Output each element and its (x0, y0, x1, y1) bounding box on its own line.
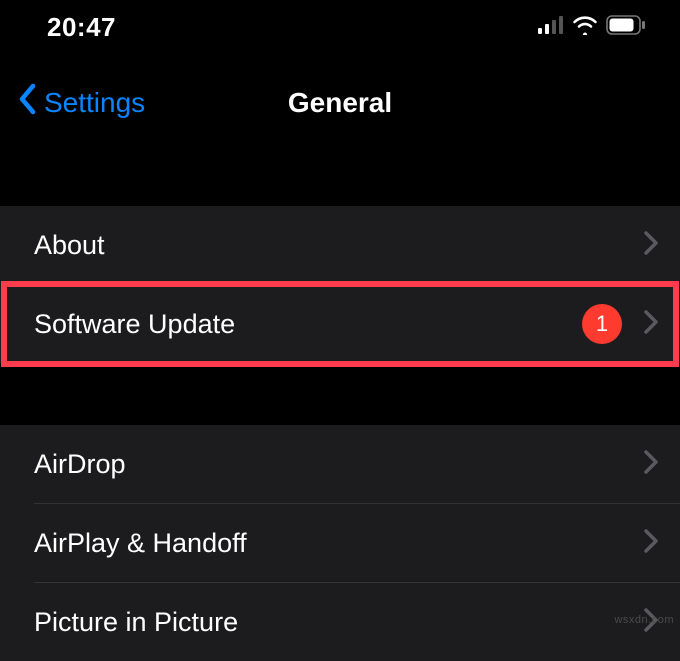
watermark: wsxdn.com (614, 614, 674, 626)
row-accessory (644, 529, 658, 558)
row-label: AirPlay & Handoff (34, 528, 247, 559)
status-bar: 20:47 (0, 0, 680, 54)
row-about[interactable]: About (0, 206, 680, 284)
back-label: Settings (44, 87, 145, 119)
row-label: Software Update (34, 309, 235, 340)
row-label: Picture in Picture (34, 607, 238, 638)
back-button[interactable]: Settings (0, 83, 145, 122)
status-icons (538, 15, 646, 40)
chevron-left-icon (18, 83, 38, 122)
row-software-update[interactable]: Software Update 1 (0, 285, 680, 363)
cellular-signal-icon (538, 16, 564, 39)
section-spacer (0, 152, 680, 206)
chevron-right-icon (644, 529, 658, 558)
wifi-icon (572, 15, 598, 40)
row-picture-in-picture[interactable]: Picture in Picture (0, 583, 680, 661)
chevron-right-icon (644, 450, 658, 479)
row-accessory (644, 231, 658, 260)
chevron-right-icon (644, 310, 658, 339)
row-airplay-handoff[interactable]: AirPlay & Handoff (0, 504, 680, 582)
settings-group-1: About Software Update 1 (0, 206, 680, 363)
notification-badge: 1 (582, 304, 622, 344)
battery-icon (606, 15, 646, 40)
chevron-right-icon (644, 231, 658, 260)
status-time: 20:47 (47, 12, 116, 43)
row-accessory (644, 450, 658, 479)
row-label: About (34, 230, 105, 261)
row-airdrop[interactable]: AirDrop (0, 425, 680, 503)
section-spacer (0, 363, 680, 425)
settings-group-2: AirDrop AirPlay & Handoff Picture in Pic… (0, 425, 680, 661)
row-label: AirDrop (34, 449, 126, 480)
navigation-bar: Settings General (0, 54, 680, 152)
row-accessory: 1 (582, 304, 658, 344)
page-title: General (288, 87, 392, 119)
